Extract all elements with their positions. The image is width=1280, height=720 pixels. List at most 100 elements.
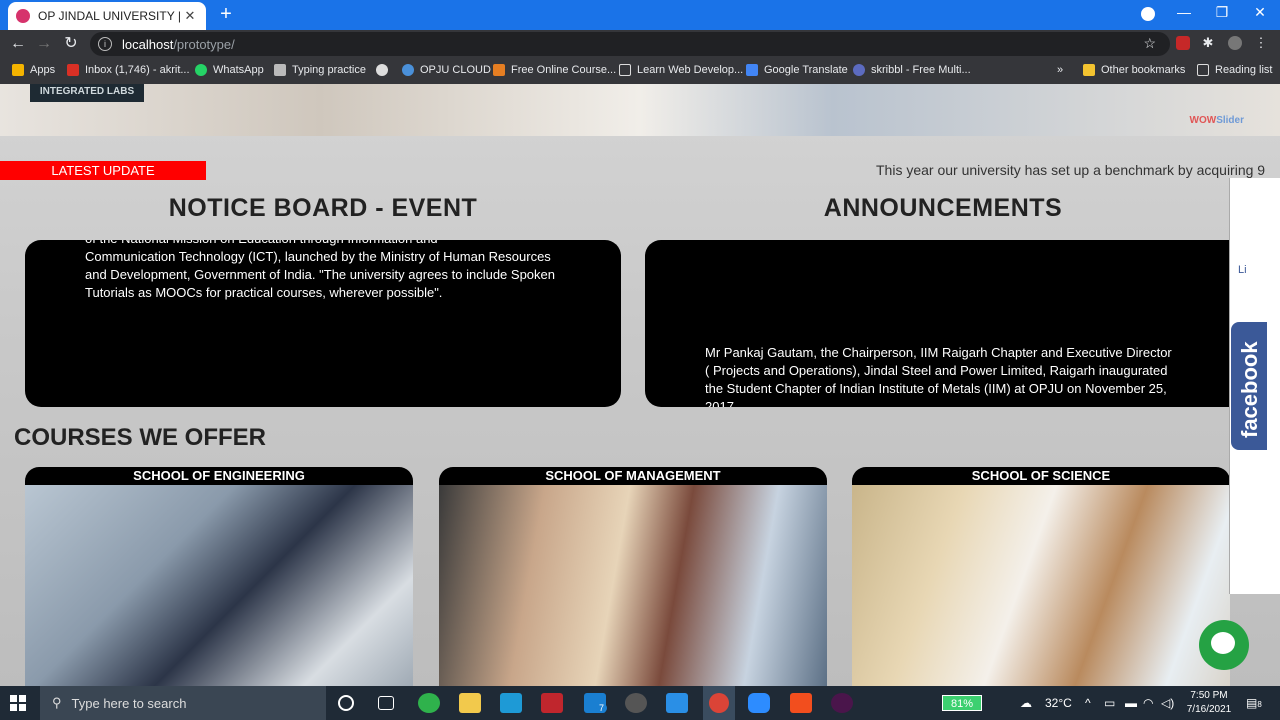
tray-device-icon[interactable]: ▭ — [1104, 696, 1115, 710]
wifi-icon[interactable]: ◠ — [1143, 696, 1153, 710]
course-label: SCHOOL OF MANAGEMENT — [545, 468, 721, 483]
gmail-icon — [67, 64, 79, 76]
overflow-chevron-icon: » — [1057, 64, 1064, 76]
mail-icon[interactable]: 7 — [584, 693, 608, 713]
profile-avatar[interactable] — [1228, 36, 1242, 50]
windows-start-icon[interactable] — [10, 695, 26, 711]
browser-tab[interactable]: OP JINDAL UNIVERSITY | Home ✕ — [8, 2, 206, 30]
wowslider-logo[interactable]: WOWSlider — [1190, 115, 1244, 126]
tab-close-icon[interactable]: ✕ — [182, 8, 198, 24]
bookmark-free-course[interactable]: Free Online Course... — [493, 64, 616, 76]
bookmark-learn-web[interactable]: Learn Web Develop... — [619, 64, 743, 76]
cortana-icon[interactable] — [338, 695, 354, 711]
url-path: /prototype/ — [173, 36, 235, 52]
bookmark-star-icon[interactable]: ☆ — [1143, 35, 1156, 52]
facebook-like-text: Li — [1238, 264, 1247, 276]
notice-text: Communication Technology (ICT), launched… — [85, 249, 555, 300]
battery-indicator[interactable]: 81% — [942, 695, 982, 711]
bookmark-label: Other bookmarks — [1101, 64, 1186, 76]
chat-bubble-icon[interactable] — [1199, 620, 1249, 670]
bookmark-label: OPJU CLOUD — [420, 64, 491, 76]
mail-badge: 7 — [596, 703, 608, 713]
edge-icon[interactable] — [418, 693, 440, 713]
bookmark-typing[interactable]: Typing practice — [274, 64, 366, 76]
taskbar-search[interactable]: ⚲ Type here to search — [40, 686, 326, 720]
facebook-label: facebook — [1237, 341, 1262, 438]
windows-taskbar: ⚲ Type here to search 7 81% ☁ 32°C ^ ▭ ▬… — [0, 686, 1280, 720]
apps-grid-icon — [12, 64, 24, 76]
reading-list[interactable]: Reading list — [1197, 64, 1272, 76]
taskbar-clock[interactable]: 7:50 PM 7/16/2021 — [1178, 689, 1240, 717]
tray-battery-icon[interactable]: ▬ — [1125, 696, 1137, 710]
latest-update-label: LATEST UPDATE — [0, 161, 206, 180]
address-bar[interactable]: i localhost/prototype/ ☆ — [90, 32, 1170, 56]
course-card-science[interactable]: SCHOOL OF SCIENCE — [852, 467, 1230, 686]
reading-list-icon — [1197, 64, 1209, 76]
obs-icon[interactable] — [625, 693, 647, 713]
forward-icon[interactable]: → — [34, 34, 54, 54]
lens-app-icon[interactable] — [500, 693, 522, 713]
vscode-icon[interactable] — [666, 693, 688, 713]
slack-icon[interactable] — [831, 693, 853, 713]
bookmark-skribbl[interactable]: skribbl - Free Multi... — [853, 64, 971, 76]
bookmark-label: Learn Web Develop... — [637, 64, 744, 76]
notification-center-icon[interactable]: ▤8 — [1246, 696, 1262, 710]
minimize-button[interactable]: — — [1172, 4, 1196, 20]
bookmark-apps[interactable]: Apps — [12, 64, 55, 76]
integrated-labs-button[interactable]: INTEGRATED LABS — [30, 84, 144, 102]
wow-text: WOW — [1189, 115, 1217, 126]
slider-text: Slider — [1216, 115, 1244, 126]
browser-menu-icon[interactable]: ⋮ — [1254, 36, 1268, 50]
volume-icon[interactable]: ◁) — [1161, 696, 1174, 710]
back-icon[interactable]: ← — [8, 34, 28, 54]
announcement-text: Mr Pankaj Gautam, the Chairperson, IIM R… — [705, 345, 1172, 407]
bookmarks-overflow-button[interactable]: » — [1057, 64, 1063, 76]
mcafee-icon[interactable] — [541, 693, 563, 713]
bookmark-whatsapp[interactable]: WhatsApp — [195, 64, 264, 76]
course-label: SCHOOL OF ENGINEERING — [133, 468, 305, 483]
file-explorer-icon[interactable] — [459, 693, 481, 713]
zoom-icon[interactable] — [748, 693, 770, 713]
course-icon — [493, 64, 505, 76]
page-icon — [274, 64, 286, 76]
reload-icon[interactable]: ↻ — [61, 34, 81, 54]
hero-slider[interactable]: INTEGRATED LABS WOWSlider — [0, 84, 1280, 136]
other-bookmarks[interactable]: Other bookmarks — [1083, 64, 1185, 76]
skribbl-icon — [853, 64, 865, 76]
bookmark-globe[interactable] — [376, 64, 394, 76]
shield-icon — [619, 64, 631, 76]
extensions-puzzle-icon[interactable]: ✱ — [1201, 36, 1215, 50]
site-info-icon[interactable]: i — [98, 37, 112, 51]
tray-chevron-icon[interactable]: ^ — [1085, 696, 1091, 710]
weather-cloud-icon[interactable]: ☁ — [1020, 696, 1032, 710]
close-window-button[interactable]: ✕ — [1248, 4, 1272, 21]
task-view-icon[interactable] — [378, 696, 394, 710]
site-favicon-icon — [16, 9, 30, 23]
bookmark-label: Reading list — [1215, 64, 1273, 76]
bookmark-gmail[interactable]: Inbox (1,746) - akrit... — [67, 64, 190, 76]
new-tab-button[interactable]: + — [216, 4, 236, 24]
figma-icon[interactable] — [790, 693, 812, 713]
weather-temperature[interactable]: 32°C — [1045, 696, 1072, 710]
announcements-title: ANNOUNCEMENTS — [823, 194, 1063, 222]
browser-toolbar: ← → ↻ i localhost/prototype/ ☆ ✱ ⋮ — [0, 30, 1280, 58]
pocket-extension-icon[interactable] — [1176, 36, 1190, 50]
profile-dropdown-icon[interactable] — [1141, 7, 1155, 21]
course-card-management[interactable]: SCHOOL OF MANAGEMENT — [439, 467, 827, 686]
bookmark-label: WhatsApp — [213, 64, 264, 76]
url-host: localhost — [122, 36, 174, 52]
facebook-tab[interactable]: facebook — [1231, 322, 1267, 450]
whatsapp-icon — [195, 64, 207, 76]
search-icon: ⚲ — [52, 695, 62, 710]
bookmark-label: Typing practice — [292, 64, 366, 76]
tab-title: OP JINDAL UNIVERSITY | Home — [38, 9, 182, 23]
notice-text-top: of the National Mission on Education thr… — [85, 240, 565, 248]
bookmark-translate[interactable]: Google Translate — [746, 64, 848, 76]
restore-button[interactable]: ❐ — [1210, 4, 1234, 21]
bookmark-opju-cloud[interactable]: OPJU CLOUD — [402, 64, 491, 76]
course-card-engineering[interactable]: SCHOOL OF ENGINEERING — [25, 467, 413, 686]
bookmark-label: Free Online Course... — [511, 64, 617, 76]
engineering-student-photo — [25, 485, 413, 686]
chrome-taskbar-button[interactable] — [703, 686, 735, 720]
bookmark-label: Google Translate — [764, 64, 848, 76]
